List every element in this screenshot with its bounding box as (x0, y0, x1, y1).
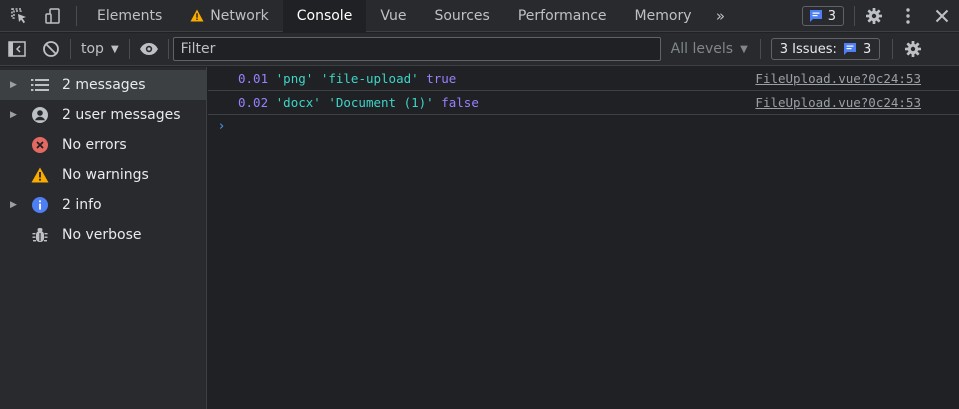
issues-label: 3 Issues: (779, 41, 837, 57)
tab-vue[interactable]: Vue (366, 0, 420, 32)
sidebar-item-errors[interactable]: No errors (0, 130, 206, 160)
console-prompt[interactable]: › (208, 115, 959, 137)
prompt-chevron-icon: › (219, 118, 225, 134)
sidebar-item-label: No warnings (62, 167, 149, 183)
issues-badge-button[interactable]: 3 (801, 6, 844, 26)
live-expression-button[interactable] (132, 33, 166, 65)
device-icon (45, 7, 60, 24)
more-options-button[interactable] (891, 0, 925, 32)
divider (892, 39, 894, 59)
close-devtools-button[interactable] (925, 0, 959, 32)
tab-elements[interactable]: Elements (83, 0, 176, 32)
console-settings-button[interactable] (896, 33, 930, 65)
levels-label: All levels (670, 41, 734, 57)
sidebar-item-messages[interactable]: ▶ 2 messages (0, 70, 206, 100)
console-log-row: 0.02 'docx' 'Document (1)' false FileUpl… (208, 91, 959, 115)
filter-field[interactable] (172, 37, 661, 61)
sidebar-item-label: 2 messages (62, 77, 146, 93)
inspect-cursor-icon (11, 7, 26, 23)
sidebar-item-user-messages[interactable]: ▶ 2 user messages (0, 100, 206, 130)
device-toolbar-button[interactable] (36, 0, 70, 32)
sidebar-item-label: No errors (62, 137, 127, 153)
more-tabs-button[interactable]: » (705, 0, 735, 32)
tab-network[interactable]: Network (176, 0, 282, 32)
warning-icon (30, 165, 50, 185)
sidebar-toggle-icon (8, 41, 26, 57)
sidebar-item-warnings[interactable]: No warnings (0, 160, 206, 190)
divider (70, 39, 71, 59)
error-icon (30, 135, 50, 155)
console-output: 0.01 'png' 'file-upload' true FileUpload… (208, 67, 959, 409)
log-string-value: 'file-upload' (320, 71, 419, 86)
toggle-sidebar-button[interactable] (0, 33, 34, 65)
context-label: top (81, 41, 104, 57)
list-icon (30, 75, 50, 95)
message-icon (809, 10, 822, 22)
sidebar-item-verbose[interactable]: No verbose (0, 220, 206, 250)
log-boolean-value: true (426, 71, 457, 86)
divider (854, 6, 855, 26)
dropdown-arrow-icon: ▼ (110, 43, 119, 55)
log-number-value: 0.01 (238, 71, 269, 86)
log-string-value: 'docx' (275, 95, 321, 110)
sidebar-item-label: 2 user messages (62, 107, 181, 123)
expand-arrow-icon[interactable]: ▶ (10, 200, 24, 210)
user-icon (30, 105, 50, 125)
tab-performance[interactable]: Performance (504, 0, 621, 32)
sidebar-item-label: 2 info (62, 197, 102, 213)
header-right-tools: 3 (801, 0, 959, 32)
context-selector[interactable]: top ▼ (73, 41, 127, 57)
inspect-element-button[interactable] (2, 0, 36, 32)
sidebar-item-info[interactable]: ▶ 2 info (0, 190, 206, 220)
gear-icon (866, 8, 882, 24)
console-log-row: 0.01 'png' 'file-upload' true FileUpload… (208, 67, 959, 91)
block-icon (43, 41, 59, 57)
clear-console-button[interactable] (34, 33, 68, 65)
console-sidebar: ▶ 2 messages ▶ 2 user messages No errors… (0, 67, 207, 409)
issues-count: 3 (862, 41, 872, 57)
tab-console[interactable]: Console (282, 0, 367, 32)
issues-count: 3 (827, 8, 836, 24)
eye-icon (139, 43, 158, 55)
divider (167, 39, 169, 59)
info-icon (30, 195, 50, 215)
console-toolbar: top ▼ All levels ▼ 3 Issues: 3 (0, 33, 959, 66)
log-string-value: 'Document (1)' (328, 95, 434, 110)
log-source-link[interactable]: FileUpload.vue?0c24:53 (755, 71, 921, 86)
divider (128, 39, 130, 59)
divider (76, 5, 77, 26)
kebab-menu-icon (906, 8, 910, 24)
tab-memory[interactable]: Memory (621, 0, 706, 32)
message-icon (843, 43, 856, 55)
sidebar-item-label: No verbose (62, 227, 142, 243)
close-icon (935, 9, 949, 23)
gear-icon (905, 41, 922, 57)
tab-sources[interactable]: Sources (420, 0, 503, 32)
log-string-value: 'png' (275, 71, 314, 86)
bug-icon (30, 225, 50, 245)
warning-icon (190, 9, 204, 22)
log-number-value: 0.02 (238, 95, 269, 110)
devtools-tab-bar: Elements Network Console Vue Sources Per… (0, 0, 959, 32)
settings-button[interactable] (857, 0, 891, 32)
log-boolean-value: false (441, 95, 479, 110)
expand-arrow-icon[interactable]: ▶ (10, 110, 24, 120)
divider (759, 39, 761, 59)
dropdown-arrow-icon: ▼ (740, 43, 748, 55)
log-source-link[interactable]: FileUpload.vue?0c24:53 (755, 95, 921, 110)
log-levels-dropdown[interactable]: All levels ▼ (671, 41, 748, 57)
expand-arrow-icon[interactable]: ▶ (10, 80, 24, 90)
filter-input[interactable] (180, 41, 653, 57)
chevron-double-right-icon: » (715, 6, 726, 25)
issues-button[interactable]: 3 Issues: 3 (770, 38, 881, 60)
